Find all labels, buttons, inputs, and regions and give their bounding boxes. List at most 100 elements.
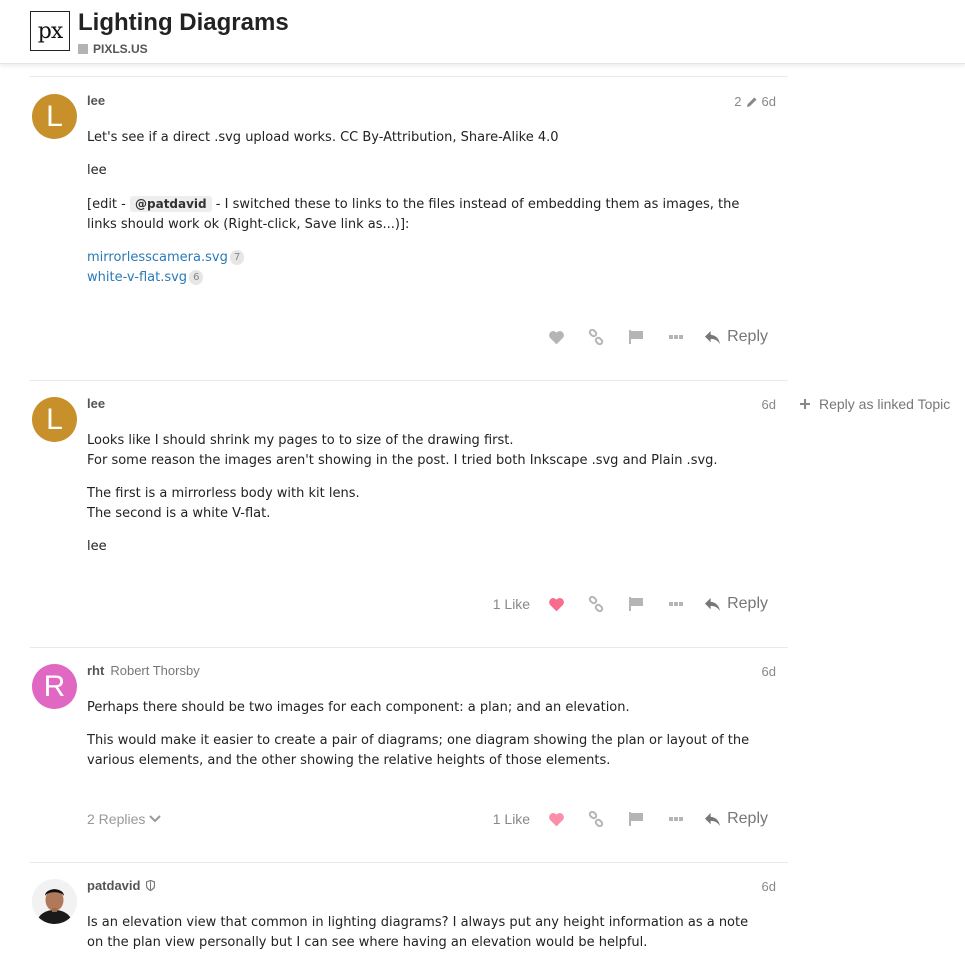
chevron-down-icon <box>149 815 162 823</box>
file-link-white-v-flat[interactable]: white-v-flat.svg <box>87 270 187 285</box>
reply-icon <box>705 812 721 826</box>
flag-button[interactable] <box>616 811 656 827</box>
flag-button[interactable] <box>616 596 656 612</box>
reply-linked-topic-label: Reply as linked Topic <box>819 396 951 412</box>
post-line: For some reason the images aren't showin… <box>87 453 718 468</box>
reply-label: Reply <box>727 328 768 345</box>
avatar[interactable]: R <box>32 664 77 709</box>
flag-button[interactable] <box>616 329 656 345</box>
post-body: Is an elevation view that common in ligh… <box>87 913 767 966</box>
site-header: px Lighting Diagrams PIXLS.US <box>0 0 965 64</box>
like-button[interactable] <box>536 330 576 345</box>
post-paragraph: [edit - @patdavid - I switched these to … <box>87 194 767 235</box>
avatar-letter: L <box>46 402 63 436</box>
divider <box>30 76 788 77</box>
plus-icon <box>800 399 810 409</box>
heart-icon <box>548 597 564 611</box>
reply-button[interactable]: Reply <box>704 810 768 828</box>
like-button[interactable] <box>536 597 576 612</box>
ellipsis-icon <box>669 335 684 339</box>
category-label: PIXLS.US <box>93 42 148 56</box>
link-icon <box>588 811 604 827</box>
post-actions: Reply <box>536 322 768 352</box>
post-date[interactable]: 6d <box>762 94 776 109</box>
more-button[interactable] <box>656 334 696 340</box>
heart-icon <box>548 330 564 344</box>
post-date[interactable]: 6d <box>762 664 776 679</box>
post-line: Looks like I should shrink my pages to t… <box>87 433 514 448</box>
post-meta: 6d <box>762 397 776 412</box>
edit-count[interactable]: 2 <box>734 94 741 109</box>
avatar-letter: L <box>46 99 63 133</box>
site-logo[interactable]: px <box>30 11 70 51</box>
reply-icon <box>705 330 721 344</box>
post: L lee 6d Looks like I should shrink my p… <box>30 381 788 648</box>
pencil-icon[interactable] <box>746 96 758 108</box>
post-meta: 6d <box>762 879 776 894</box>
post: patdavid 6d Is an elevation view that co… <box>30 863 788 977</box>
heart-icon <box>548 812 564 826</box>
post-username[interactable]: patdavid <box>87 878 156 893</box>
mention-patdavid[interactable]: @patdavid <box>130 196 212 212</box>
avatar-letter: R <box>43 669 66 703</box>
user-photo-icon <box>32 879 77 924</box>
post-date[interactable]: 6d <box>762 397 776 412</box>
link-icon <box>588 596 604 612</box>
post-username[interactable]: lee <box>87 93 105 108</box>
copy-link-button[interactable] <box>576 596 616 612</box>
attachment-links: mirrorlesscamera.svg 7 white-v-flat.svg 6 <box>87 248 767 288</box>
username-text: lee <box>87 396 106 411</box>
post: R rht Robert Thorsby 6d Perhaps there sh… <box>30 648 788 863</box>
post-meta: 6d <box>762 664 776 679</box>
post: L lee 2 6d Let's see if a direct .svg up… <box>30 78 788 381</box>
post-line: The second is a white V-flat. <box>87 506 271 521</box>
more-button[interactable] <box>656 601 696 607</box>
click-count-badge: 6 <box>189 270 204 285</box>
avatar[interactable]: L <box>32 397 77 442</box>
copy-link-button[interactable] <box>576 811 616 827</box>
show-replies-button[interactable]: 2 Replies <box>87 811 162 827</box>
post-body: Looks like I should shrink my pages to t… <box>87 431 767 570</box>
reply-label: Reply <box>727 810 768 827</box>
reply-as-linked-topic-button[interactable]: Reply as linked Topic <box>800 396 950 412</box>
like-button[interactable] <box>536 812 576 827</box>
user-fullname[interactable]: Robert Thorsby <box>110 663 199 678</box>
post-actions: 1 Like Reply <box>493 804 768 834</box>
post-username[interactable]: rht Robert Thorsby <box>87 663 200 678</box>
ellipsis-icon <box>669 602 684 606</box>
like-count[interactable]: 1 Like <box>493 811 530 827</box>
post-username[interactable]: lee <box>87 396 105 411</box>
flag-icon <box>629 812 644 826</box>
flag-icon <box>629 597 644 611</box>
post-paragraph: The first is a mirrorless body with kit … <box>87 484 767 524</box>
post-paragraph: Let's see if a direct .svg upload works.… <box>87 130 559 145</box>
topic-title[interactable]: Lighting Diagrams <box>78 9 289 37</box>
file-link-mirrorlesscamera[interactable]: mirrorlesscamera.svg <box>87 250 228 265</box>
post-paragraph: Perhaps there should be two images for e… <box>87 700 630 715</box>
shield-icon <box>146 880 156 891</box>
reply-label: Reply <box>727 595 768 612</box>
post-body: Let's see if a direct .svg upload works.… <box>87 128 767 288</box>
post-actions: 1 Like Reply <box>493 589 768 619</box>
reply-button[interactable]: Reply <box>704 328 768 346</box>
replies-count: 2 Replies <box>87 811 146 827</box>
avatar[interactable] <box>32 879 77 924</box>
topic-category[interactable]: PIXLS.US <box>78 42 148 56</box>
post-paragraph: lee <box>87 163 107 178</box>
edit-prefix: [edit - <box>87 197 130 212</box>
flag-icon <box>629 330 644 344</box>
username-text: rht <box>87 663 105 678</box>
like-count[interactable]: 1 Like <box>493 596 530 612</box>
post-body: Perhaps there should be two images for e… <box>87 698 767 784</box>
username-text: patdavid <box>87 878 141 893</box>
ellipsis-icon <box>669 817 684 821</box>
click-count-badge: 7 <box>229 250 245 265</box>
more-button[interactable] <box>656 816 696 822</box>
post-paragraph: lee <box>87 539 107 554</box>
avatar[interactable]: L <box>32 94 77 139</box>
reply-button[interactable]: Reply <box>704 595 768 613</box>
copy-link-button[interactable] <box>576 329 616 345</box>
link-icon <box>588 329 604 345</box>
post-paragraph: This would make it easier to create a pa… <box>87 733 750 768</box>
post-date[interactable]: 6d <box>762 879 776 894</box>
